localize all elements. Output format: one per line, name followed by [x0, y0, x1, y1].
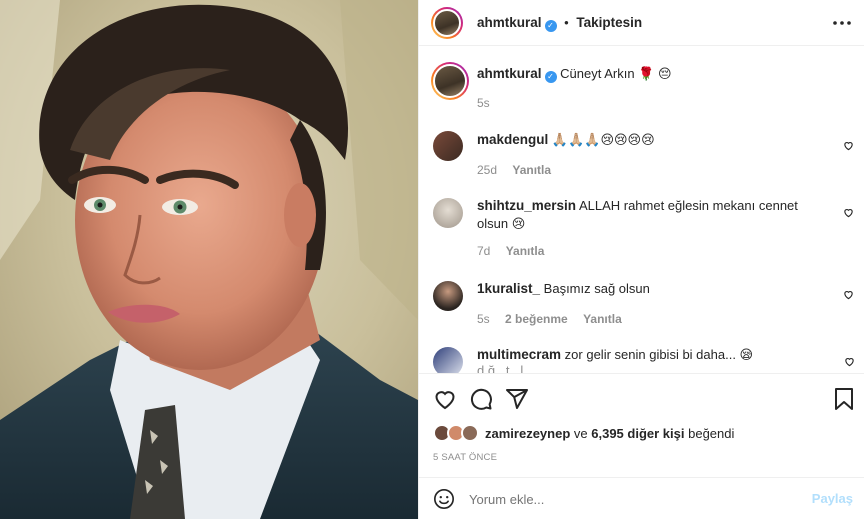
comment-username[interactable]: 1kuralist_: [477, 281, 540, 296]
post-actions: zamirezeynep ve 6,395 diğer kişi beğendi…: [419, 373, 864, 477]
comment-heart-icon[interactable]: [843, 207, 854, 218]
add-comment-bar: Paylaş: [419, 477, 864, 519]
post-header: ahmtkural ✓ • Takiptesin: [419, 0, 864, 46]
share-icon[interactable]: [505, 387, 529, 411]
comment-text: Başımız sağ olsun: [543, 281, 650, 296]
verified-badge-icon: ✓: [544, 20, 557, 32]
post-comment-button[interactable]: Paylaş: [812, 491, 853, 506]
comment-icon[interactable]: [469, 387, 493, 411]
caption-text: Cüneyt Arkın 🌹 😔: [560, 66, 672, 81]
comment-text-continuation: d ğ t l: [477, 363, 531, 373]
comment-heart-icon[interactable]: [843, 140, 854, 151]
comment-input[interactable]: [469, 488, 789, 510]
liker-avatar: [461, 424, 479, 442]
post-details-panel: ahmtkural ✓ • Takiptesin ahmtkural ✓ Cüney…: [418, 0, 864, 519]
reply-button[interactable]: Yanıtla: [512, 163, 551, 177]
commenter-avatar[interactable]: [433, 347, 463, 373]
comment-username[interactable]: makdengul: [477, 132, 548, 147]
author-avatar[interactable]: [431, 7, 463, 39]
comment-time[interactable]: 25d: [477, 163, 497, 177]
commenter-avatar[interactable]: [433, 131, 463, 161]
comment-text: zor gelir senin gibisi bi daha... 😪: [564, 347, 754, 362]
separator-dot: •: [564, 15, 569, 30]
caption-avatar[interactable]: [431, 62, 469, 100]
comment-username[interactable]: shihtzu_mersin: [477, 198, 576, 213]
bookmark-icon[interactable]: [833, 387, 855, 411]
emoji-icon[interactable]: [433, 488, 455, 510]
comment-username[interactable]: multimecram: [477, 347, 561, 362]
comment-item: multimecram zor gelir senin gibisi bi da…: [419, 340, 864, 373]
heart-icon[interactable]: [433, 387, 457, 411]
verified-badge-icon: ✓: [544, 71, 557, 83]
likes-count[interactable]: 6,395 diğer kişi: [591, 426, 684, 441]
portrait-image: [0, 0, 418, 519]
comment-heart-icon[interactable]: [844, 356, 855, 367]
likes-connector: ve: [573, 426, 588, 441]
reply-button[interactable]: Yanıtla: [506, 244, 545, 258]
commenter-avatar[interactable]: [433, 281, 463, 311]
reply-button[interactable]: Yanıtla: [583, 312, 622, 326]
comment-time[interactable]: 5s: [477, 312, 490, 326]
author-username[interactable]: ahmtkural: [477, 15, 542, 30]
post-image[interactable]: [0, 0, 418, 519]
comment-time[interactable]: 7d: [477, 244, 490, 258]
follow-status[interactable]: Takiptesin: [576, 15, 642, 30]
caption-username[interactable]: ahmtkural: [477, 66, 542, 81]
caption-time: 5s: [477, 96, 490, 110]
comment-likes-count[interactable]: 2 beğenme: [505, 312, 568, 326]
comment-heart-icon[interactable]: [843, 289, 854, 300]
post-timestamp[interactable]: 5 SAAT ÖNCE: [433, 452, 497, 463]
more-options-icon[interactable]: [831, 12, 853, 34]
commenter-avatar[interactable]: [433, 198, 463, 228]
likes-suffix: beğendi: [688, 426, 735, 441]
liker-username[interactable]: zamirezeynep: [485, 426, 570, 441]
comment-text: 🙏🏼🙏🏼🙏🏼😢😢😢😢: [551, 132, 655, 147]
